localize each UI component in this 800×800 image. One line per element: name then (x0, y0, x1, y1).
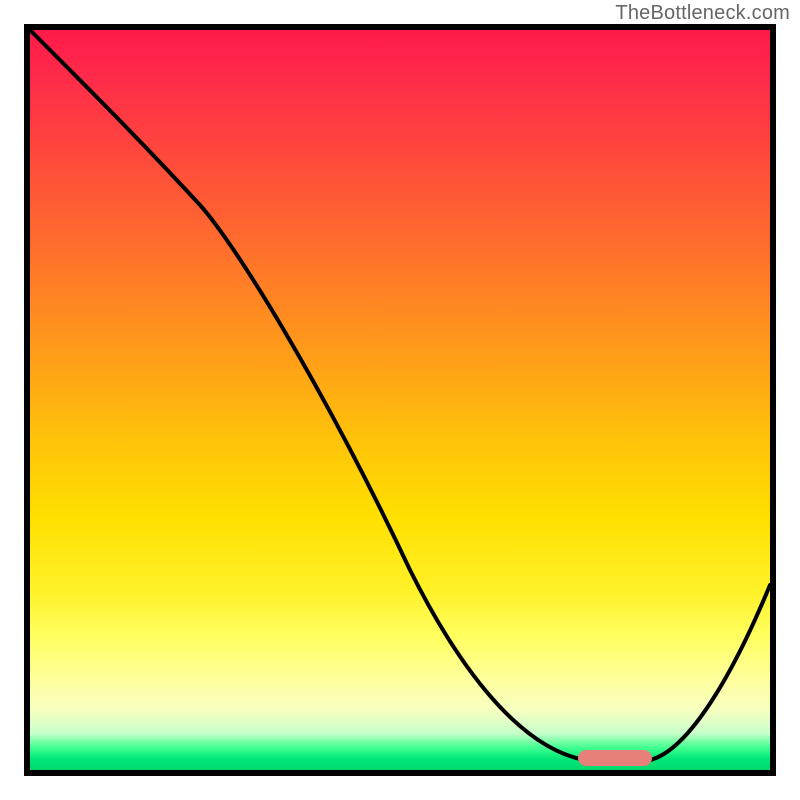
watermark-text: TheBottleneck.com (615, 2, 790, 25)
bottleneck-curve (30, 30, 770, 770)
chart-frame (24, 24, 776, 776)
optimal-zone-marker (578, 750, 652, 766)
curve-path (30, 30, 770, 760)
